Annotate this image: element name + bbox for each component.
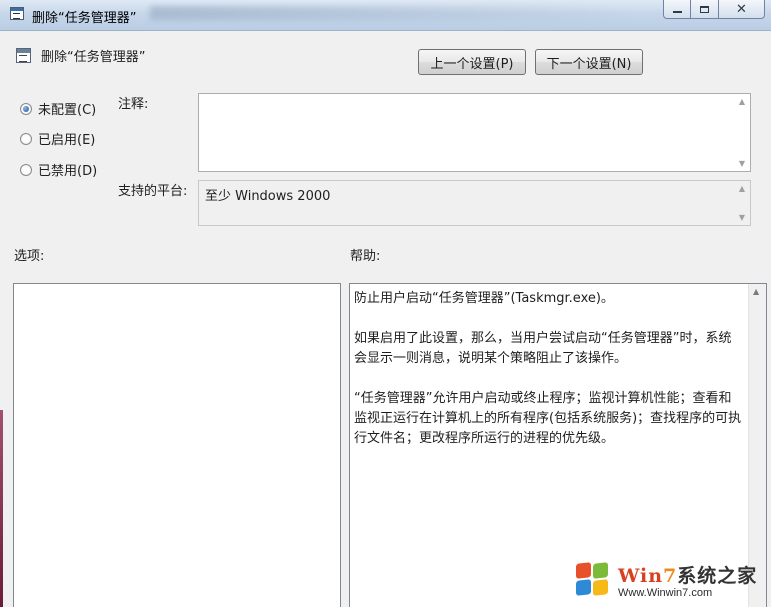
- help-label: 帮助:: [350, 249, 381, 264]
- radio-button[interactable]: [20, 163, 32, 176]
- comment-scrollbar[interactable]: ▲ ▼: [734, 94, 750, 171]
- window-title: 删除“任务管理器”: [32, 11, 137, 26]
- title-bar[interactable]: 删除“任务管理器” ✕: [0, 0, 771, 31]
- supported-platform-field: 至少 Windows 2000 ▲ ▼: [198, 180, 751, 226]
- radio-label: 已启用(E): [38, 133, 96, 148]
- scroll-up-icon[interactable]: ▲: [739, 184, 745, 193]
- previous-setting-button[interactable]: 上一个设置(P): [418, 49, 526, 75]
- radio-button[interactable]: [20, 132, 32, 145]
- maximize-button[interactable]: [691, 0, 719, 19]
- title-bar-blur: [150, 6, 630, 20]
- background-edge: [0, 410, 3, 607]
- watermark-brand: Win7系统之家: [618, 565, 758, 587]
- scroll-up-icon[interactable]: ▲: [739, 97, 745, 106]
- radio-button-selected[interactable]: [20, 102, 32, 115]
- policy-setting-icon: [16, 48, 31, 63]
- scroll-down-icon[interactable]: ▼: [739, 159, 745, 168]
- close-button[interactable]: ✕: [719, 0, 765, 19]
- scroll-up-icon[interactable]: ▲: [753, 287, 759, 296]
- minimize-button[interactable]: [663, 0, 691, 19]
- radio-label: 已禁用(D): [38, 164, 98, 179]
- radio-label: 未配置(C): [38, 103, 97, 118]
- comment-label: 注释:: [118, 97, 149, 112]
- radio-enabled[interactable]: 已启用(E): [20, 129, 95, 148]
- scroll-down-icon[interactable]: ▼: [739, 213, 745, 222]
- help-paragraph: 如果启用了此设置，那么，当用户尝试启动“任务管理器”时，系统会显示一则消息，说明…: [354, 331, 732, 366]
- setting-title: 删除“任务管理器”: [41, 50, 146, 65]
- comment-textarea[interactable]: ▲ ▼: [198, 93, 751, 172]
- help-paragraph: 防止用户启动“任务管理器”(Taskmgr.exe)。: [354, 291, 614, 306]
- radio-disabled[interactable]: 已禁用(D): [20, 160, 97, 179]
- windows-logo-icon: [574, 561, 612, 599]
- options-pane[interactable]: [13, 283, 341, 607]
- minimize-icon: [672, 11, 682, 13]
- next-setting-button[interactable]: 下一个设置(N): [535, 49, 643, 75]
- options-label: 选项:: [14, 249, 45, 264]
- close-icon: ✕: [736, 1, 747, 17]
- maximize-icon: [700, 5, 709, 13]
- window-icon: [10, 7, 24, 20]
- caption-buttons: ✕: [663, 0, 765, 20]
- supported-platform-label: 支持的平台:: [118, 184, 188, 199]
- watermark-url: Www.Winwin7.com: [618, 587, 713, 599]
- policy-dialog-window: 删除“任务管理器” ✕ 删除“任务管理器” 上一个设置(P) 下一个设置(N) …: [0, 0, 771, 607]
- supported-platform-value: 至少 Windows 2000: [205, 189, 331, 204]
- help-text: 防止用户启动“任务管理器”(Taskmgr.exe)。 如果启用了此设置，那么，…: [354, 289, 744, 469]
- help-paragraph: “任务管理器”允许用户启动或终止程序；监视计算机性能；查看和监视正运行在计算机上…: [354, 391, 742, 446]
- platform-scrollbar[interactable]: ▲ ▼: [734, 181, 750, 225]
- watermark-text: Win7系统之家 Www.Winwin7.com: [618, 561, 757, 599]
- watermark: Win7系统之家 Www.Winwin7.com: [574, 556, 768, 604]
- radio-not-configured[interactable]: 未配置(C): [20, 99, 96, 118]
